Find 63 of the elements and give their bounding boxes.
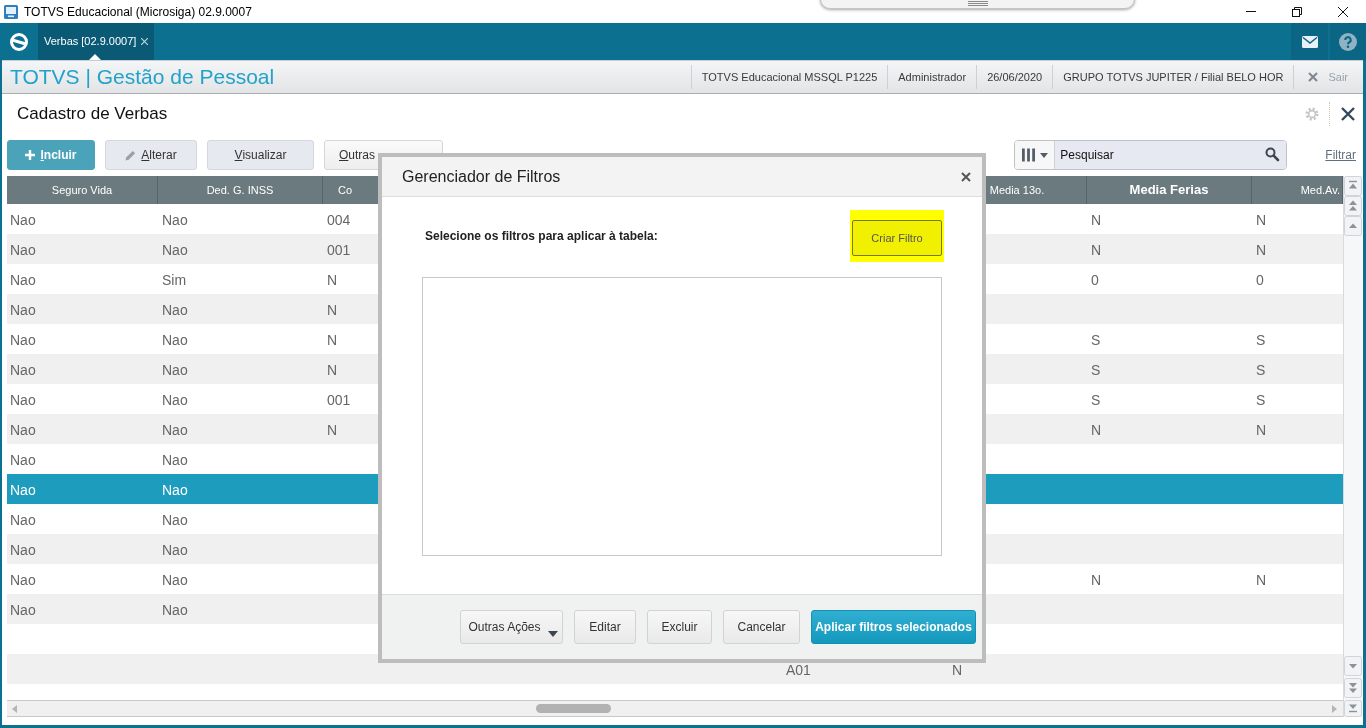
- table-cell-text: N: [952, 660, 963, 680]
- table-cell-text: N: [1256, 570, 1267, 590]
- table-cell-text: N: [1091, 240, 1102, 260]
- table-cell-text: Nao: [10, 210, 36, 230]
- table-cell-text: Nao: [162, 600, 188, 620]
- table-cell-text: N: [327, 300, 338, 320]
- table-cell-text: 0: [1256, 270, 1264, 290]
- table-cell-text: Nao: [10, 300, 36, 320]
- header-info: 26/06/2020: [976, 65, 1053, 89]
- table-cell-text: Nao: [10, 570, 36, 590]
- table-cell-text: Nao: [162, 240, 188, 260]
- table-cell-text: 001: [327, 390, 351, 410]
- table-cell-text: Nao: [10, 420, 36, 440]
- app-title: TOTVS | Gestão de Pessoal: [9, 64, 275, 91]
- table-cell-text: Nao: [162, 420, 188, 440]
- table-cell-text: Nao: [162, 210, 188, 230]
- table-cell-text: Nao: [10, 510, 36, 530]
- table-cell-text: N: [1256, 210, 1267, 230]
- table-cell-text: Nao: [10, 600, 36, 620]
- table-cell-text: Nao: [10, 330, 36, 350]
- table-cell-text: Nao: [10, 360, 36, 380]
- table-cell-text: A01: [786, 660, 811, 680]
- table-cell-text: Sim: [162, 270, 187, 290]
- table-cell-text: S: [1256, 390, 1266, 410]
- table-cell-text: N: [1091, 420, 1102, 440]
- table-cell-text: N: [327, 360, 338, 380]
- table-cell-text: Nao: [162, 570, 188, 590]
- table-cell-text: S: [1091, 360, 1101, 380]
- table-cell-text: Nao: [162, 510, 188, 530]
- table-cell-text: S: [1256, 330, 1266, 350]
- table-cell-text: N: [1256, 420, 1267, 440]
- table-cell-text: 0: [1091, 270, 1099, 290]
- table-cell-text: N: [1091, 210, 1102, 230]
- header-info: GRUPO TOTVS JUPITER / Filial BELO HOR: [1052, 65, 1294, 89]
- table-cell-text: S: [1256, 360, 1266, 380]
- table-cell-text: Nao: [10, 270, 36, 290]
- header-info: Administrador: [887, 65, 977, 89]
- table-cell-text: N: [327, 270, 338, 290]
- table-cell-text: Nao: [162, 300, 188, 320]
- table-cell-text: Nao: [10, 240, 36, 260]
- table-cell-text: N: [1256, 240, 1267, 260]
- table-cell-text: S: [1091, 390, 1101, 410]
- table-cell-text: N: [327, 420, 338, 440]
- table-cell-text: Nao: [162, 360, 188, 380]
- window-title: TOTVS Educacional (Microsiga) 02.9.0007: [24, 3, 252, 21]
- table-cell-text: N: [1091, 570, 1102, 590]
- table-cell-text: Nao: [162, 330, 188, 350]
- table-cell-text: 001: [327, 240, 351, 260]
- table-cell-text: Nao: [10, 540, 36, 560]
- table-cell-text: 004: [327, 210, 351, 230]
- table-cell-text: Nao: [162, 480, 188, 500]
- header-info: TOTVS Educacional MSSQL P1225: [690, 65, 888, 89]
- page-title: Cadastro de Verbas: [16, 103, 168, 126]
- table-cell-text: Nao: [162, 390, 188, 410]
- table-cell-text: Nao: [10, 480, 36, 500]
- dialog-prompt: Selecione os filtros para aplicar à tabela:: [424, 228, 658, 245]
- table-cell-text: N: [327, 330, 338, 350]
- table-cell-text: S: [1091, 330, 1101, 350]
- table-cell-text: Nao: [10, 450, 36, 470]
- dialog-title: Gerenciador de Filtros: [402, 166, 561, 187]
- table-cell-text: Nao: [162, 450, 188, 470]
- table-cell-text: Nao: [162, 540, 188, 560]
- table-cell-text: Nao: [10, 390, 36, 410]
